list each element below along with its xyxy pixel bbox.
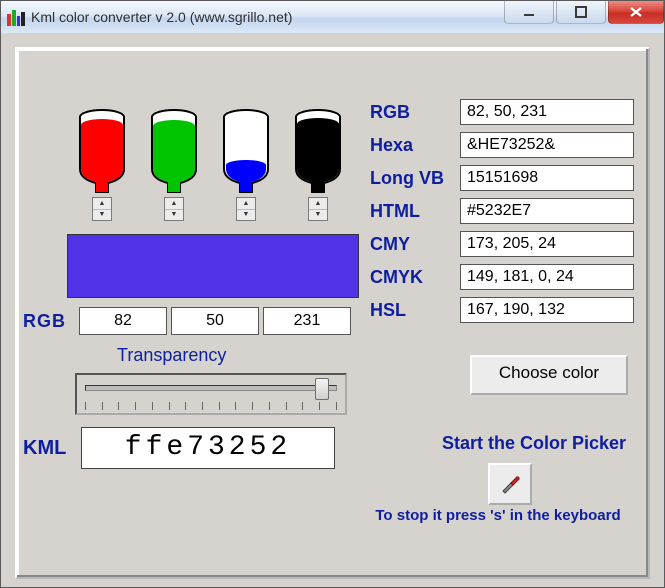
readout-longvb-value[interactable]: 15151698 — [460, 165, 634, 191]
rgb-r-input[interactable]: 82 — [79, 307, 167, 335]
readout-html: HTML #5232E7 — [370, 198, 634, 224]
kml-output[interactable]: ffe73252 — [81, 427, 335, 469]
transparency-label: Transparency — [117, 345, 226, 366]
readout-html-value[interactable]: #5232E7 — [460, 198, 634, 224]
readout-cmy-label: CMY — [370, 234, 460, 255]
bottle-red-spinner[interactable]: ▲▼ — [92, 197, 112, 221]
readout-rgb-label: RGB — [370, 102, 460, 123]
app-icon — [7, 8, 25, 26]
readout-rgb-value[interactable]: 82, 50, 231 — [460, 99, 634, 125]
window-controls — [502, 1, 664, 23]
main-panel: ▲▼ ▲▼ — [15, 47, 650, 579]
rgb-g-input[interactable]: 50 — [171, 307, 259, 335]
bottle-row: ▲▼ ▲▼ — [73, 109, 347, 221]
bottle-green-body — [148, 109, 200, 193]
bottle-blue-spinner[interactable]: ▲▼ — [236, 197, 256, 221]
rgb-label: RGB — [23, 311, 75, 332]
bottle-black-body — [292, 109, 344, 193]
readout-longvb: Long VB 15151698 — [370, 165, 634, 191]
readout-cmyk-value[interactable]: 149, 181, 0, 24 — [460, 264, 634, 290]
client-area: ▲▼ ▲▼ — [1, 33, 664, 587]
eyedropper-icon — [499, 473, 521, 495]
color-picker-label: Start the Color Picker — [442, 433, 626, 454]
app-window: Kml color converter v 2.0 (www.sgrillo.n… — [0, 0, 665, 588]
bottle-blue-body — [220, 109, 272, 193]
bottle-red: ▲▼ — [73, 109, 131, 221]
color-picker-stop-hint: To stop it press 's' in the keyboard — [348, 507, 648, 524]
readout-hsl-label: HSL — [370, 300, 460, 321]
readout-cmy-value[interactable]: 173, 205, 24 — [460, 231, 634, 257]
transparency-slider[interactable] — [75, 373, 347, 415]
readout-hexa: Hexa &HE73252& — [370, 132, 634, 158]
readout-html-label: HTML — [370, 201, 460, 222]
slider-thumb[interactable] — [315, 378, 329, 400]
minimize-button[interactable] — [504, 1, 554, 24]
bottle-black-spinner[interactable]: ▲▼ — [308, 197, 328, 221]
readout-rgb: RGB 82, 50, 231 — [370, 99, 634, 125]
choose-color-button[interactable]: Choose color — [470, 355, 628, 395]
readout-cmyk: CMYK 149, 181, 0, 24 — [370, 264, 634, 290]
readout-hsl: HSL 167, 190, 132 — [370, 297, 634, 323]
bottle-green-spinner[interactable]: ▲▼ — [164, 197, 184, 221]
window-title: Kml color converter v 2.0 (www.sgrillo.n… — [31, 9, 292, 25]
readout-cmy: CMY 173, 205, 24 — [370, 231, 634, 257]
readout-cmyk-label: CMYK — [370, 267, 460, 288]
color-preview — [67, 234, 359, 298]
titlebar: Kml color converter v 2.0 (www.sgrillo.n… — [1, 1, 664, 34]
rgb-b-input[interactable]: 231 — [263, 307, 351, 335]
bottle-blue: ▲▼ — [217, 109, 275, 221]
readout-hsl-value[interactable]: 167, 190, 132 — [460, 297, 634, 323]
bottle-black: ▲▼ — [289, 109, 347, 221]
color-picker-button[interactable] — [488, 463, 532, 505]
readouts: RGB 82, 50, 231 Hexa &HE73252& Long VB 1… — [370, 99, 634, 330]
kml-row: KML ffe73252 — [23, 427, 335, 469]
readout-hexa-label: Hexa — [370, 135, 460, 156]
readout-hexa-value[interactable]: &HE73252& — [460, 132, 634, 158]
bottle-red-body — [76, 109, 128, 193]
readout-longvb-label: Long VB — [370, 168, 460, 189]
kml-label: KML — [23, 437, 81, 460]
maximize-button[interactable] — [556, 1, 606, 24]
rgb-input-row: RGB 82 50 231 — [23, 307, 351, 335]
close-button[interactable] — [608, 1, 664, 24]
bottle-green: ▲▼ — [145, 109, 203, 221]
